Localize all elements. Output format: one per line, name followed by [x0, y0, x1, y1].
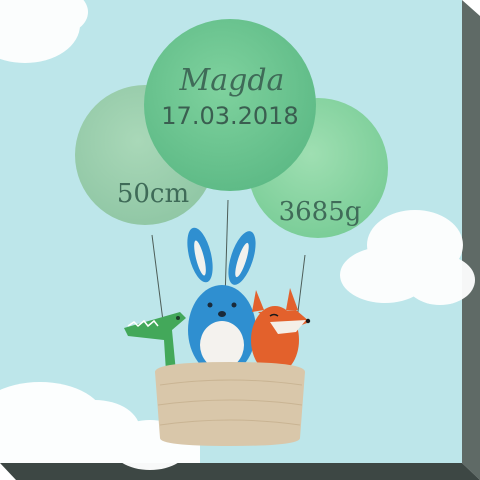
baby-name: Magda	[179, 63, 285, 98]
weight-label: 3685g	[279, 197, 362, 227]
length-label: 50cm	[117, 179, 189, 209]
balloon-center: Magda 17.03.2018	[144, 19, 316, 191]
basket-icon	[155, 362, 305, 446]
birth-date: 17.03.2018	[161, 102, 298, 130]
canvas-right-edge	[462, 0, 480, 480]
canvas-print: 50cm 3685g Magda 17.03.2018	[0, 0, 480, 480]
canvas-bottom-edge	[0, 463, 480, 480]
canvas-artwork: 50cm 3685g Magda 17.03.2018	[0, 0, 480, 480]
